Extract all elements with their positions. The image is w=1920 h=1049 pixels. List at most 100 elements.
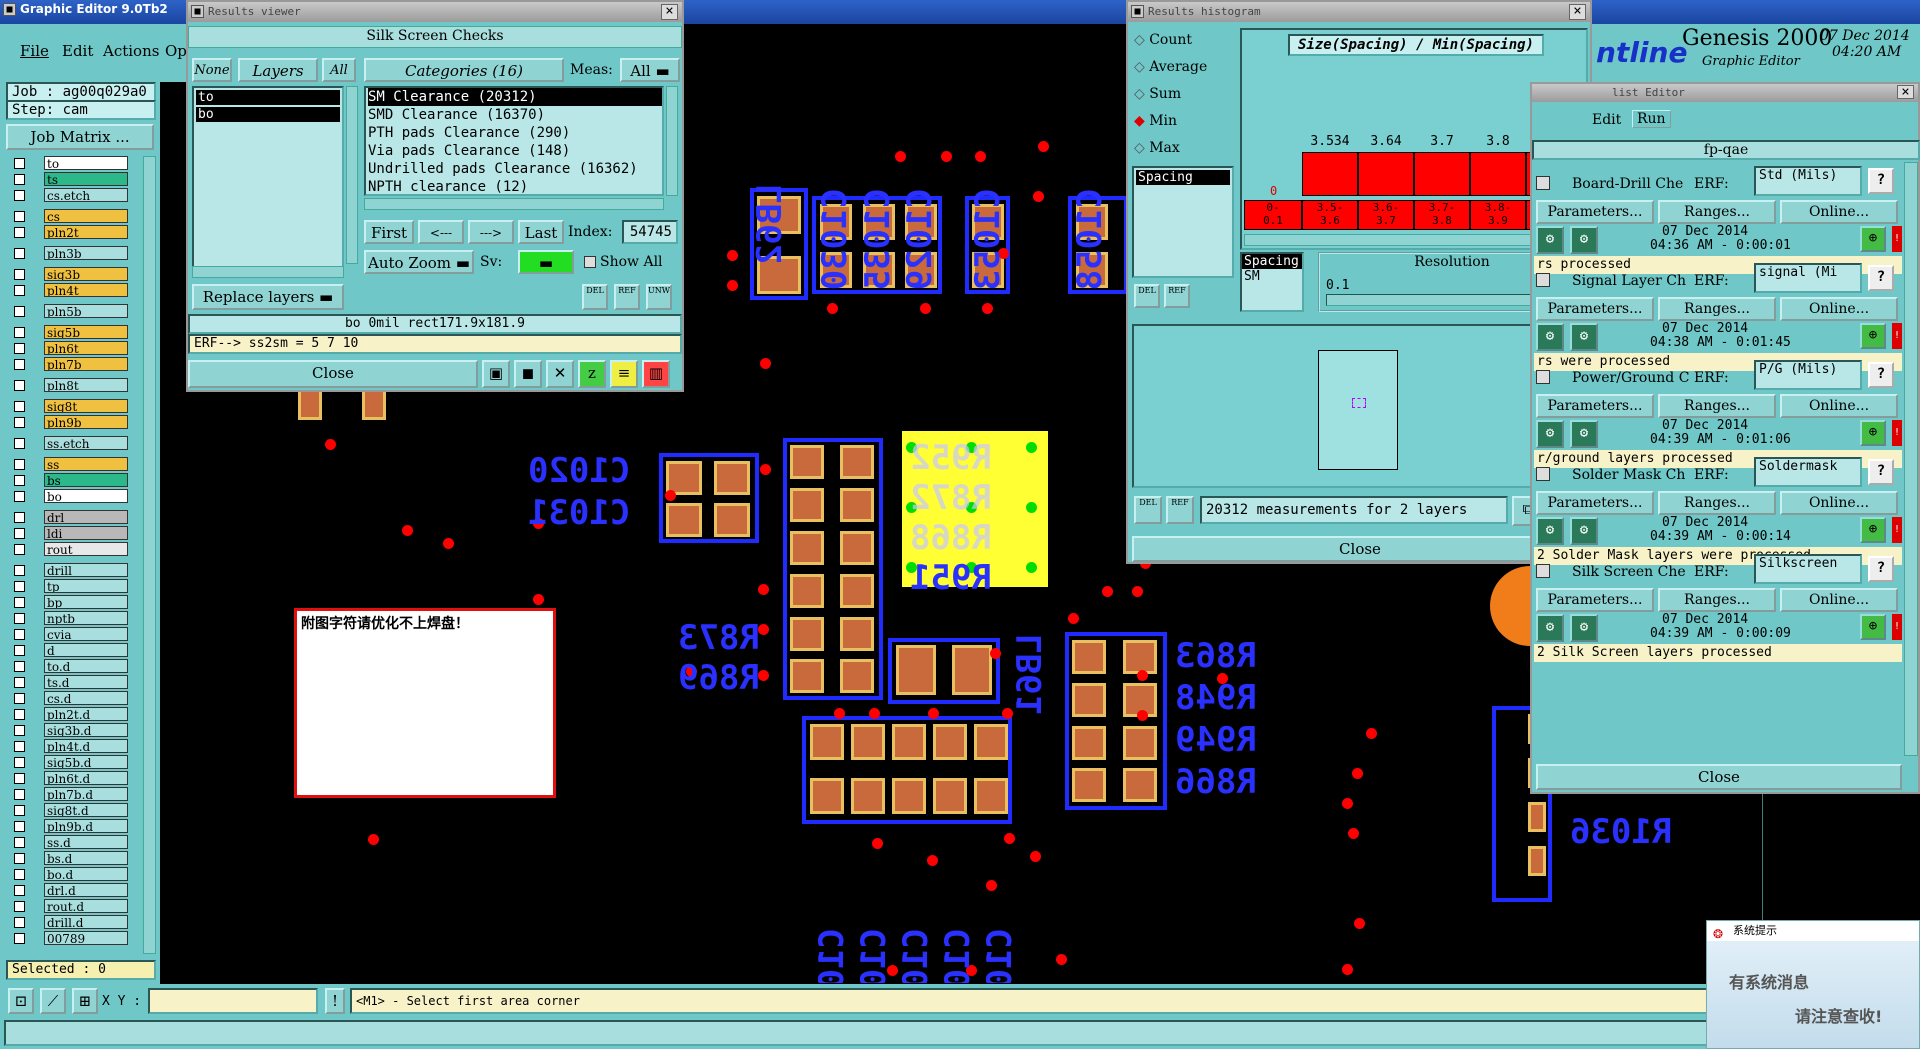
- layer-checkbox[interactable]: [14, 773, 25, 784]
- preview-ref-button[interactable]: REF: [1166, 496, 1194, 524]
- unw-button[interactable]: UNW: [646, 284, 672, 310]
- action-name[interactable]: Signal Layer Ch: [1572, 269, 1690, 293]
- command-line[interactable]: [4, 1020, 1914, 1046]
- layer-row[interactable]: pln9b: [12, 415, 130, 430]
- online-button[interactable]: Online...: [1780, 200, 1898, 224]
- category-item[interactable]: SMD Clearance (16370): [368, 106, 662, 124]
- parameters-button[interactable]: Parameters...: [1536, 588, 1654, 612]
- menu-file[interactable]: File: [20, 42, 49, 60]
- layer-row[interactable]: pln2t.d: [12, 707, 130, 722]
- category-listbox[interactable]: SM Clearance (20312) SMD Clearance (1637…: [364, 86, 664, 196]
- layer-scrollbar[interactable]: [346, 86, 358, 264]
- layer-list-item[interactable]: to: [196, 90, 340, 105]
- layer-row[interactable]: drl: [12, 510, 130, 525]
- layer-checkbox[interactable]: [14, 475, 25, 486]
- zoom-result-icon[interactable]: ⊕: [1860, 517, 1886, 543]
- layer-row[interactable]: ldi: [12, 526, 130, 541]
- checklist-menu-edit[interactable]: Edit: [1592, 112, 1621, 128]
- meas-list-item[interactable]: SM: [1242, 269, 1302, 284]
- action-checkbox[interactable]: [1536, 273, 1550, 287]
- meas-listbox[interactable]: Spacing SM: [1240, 252, 1304, 312]
- zoom-result-icon[interactable]: ⊕: [1860, 323, 1886, 349]
- layer-row[interactable]: bp: [12, 595, 130, 610]
- layer-checkbox[interactable]: [14, 725, 25, 736]
- none-button[interactable]: None: [192, 58, 232, 82]
- online-button[interactable]: Online...: [1780, 491, 1898, 515]
- action-name[interactable]: Board-Drill Che: [1572, 172, 1690, 196]
- layer-checkbox[interactable]: [14, 821, 25, 832]
- layer-row[interactable]: ts.d: [12, 675, 130, 690]
- notification-popup[interactable]: ❂ 系统提示 有系统消息 请注意查收!: [1706, 920, 1920, 1049]
- close-icon[interactable]: ×: [1897, 85, 1914, 99]
- erf-field[interactable]: Std (Mils): [1754, 166, 1862, 196]
- layer-checkbox[interactable]: [14, 417, 25, 428]
- parameters-button[interactable]: Parameters...: [1536, 394, 1654, 418]
- layer-row[interactable]: bo.d: [12, 867, 130, 882]
- checklist-menu-run[interactable]: Run: [1632, 110, 1671, 128]
- layer-row[interactable]: pln9b.d: [12, 819, 130, 834]
- layer-row[interactable]: ss.etch: [12, 436, 130, 451]
- layer-row[interactable]: cvia: [12, 627, 130, 642]
- layer-row[interactable]: pln4t.d: [12, 739, 130, 754]
- ranges-button[interactable]: Ranges...: [1658, 491, 1776, 515]
- layer-checkbox[interactable]: [14, 757, 25, 768]
- action-checkbox[interactable]: [1536, 176, 1550, 190]
- layer-checkbox[interactable]: [14, 613, 25, 624]
- tool-ruler-icon[interactable]: ⟋: [40, 988, 66, 1014]
- help-icon[interactable]: ?: [1868, 168, 1894, 194]
- meas-select[interactable]: All ▬: [620, 58, 680, 82]
- action-name[interactable]: Solder Mask Ch: [1572, 463, 1690, 487]
- layer-checkbox[interactable]: [14, 853, 25, 864]
- layer-row[interactable]: sig5b: [12, 325, 130, 340]
- layer-row[interactable]: cs: [12, 209, 130, 224]
- layer-checkbox[interactable]: [14, 544, 25, 555]
- help-icon[interactable]: ?: [1868, 362, 1894, 388]
- run-all-icon[interactable]: ⚙: [1570, 226, 1598, 254]
- layer-row[interactable]: pln7b: [12, 357, 130, 372]
- layer-checkbox[interactable]: [14, 645, 25, 656]
- layer-list-item[interactable]: bo: [196, 107, 340, 122]
- layer-checkbox[interactable]: [14, 174, 25, 185]
- action-checkbox[interactable]: [1536, 564, 1550, 578]
- erf-field[interactable]: Soldermask: [1754, 457, 1862, 487]
- category-item[interactable]: NPTH clearance (12): [368, 178, 662, 196]
- layer-checkbox[interactable]: [14, 343, 25, 354]
- layer-row[interactable]: drl.d: [12, 883, 130, 898]
- menu-edit[interactable]: Edit: [62, 42, 93, 60]
- layer-checkbox[interactable]: [14, 805, 25, 816]
- layer-row[interactable]: to: [12, 156, 130, 171]
- run-all-icon[interactable]: ⚙: [1570, 517, 1598, 545]
- erf-field[interactable]: P/G (Mils): [1754, 360, 1862, 390]
- tool-grid-icon[interactable]: ⊞: [72, 988, 98, 1014]
- del-button[interactable]: DEL: [582, 284, 608, 310]
- layer-row[interactable]: pln4t: [12, 283, 130, 298]
- category-item[interactable]: Undrilled pads Clearance (16362): [368, 160, 662, 178]
- layer-checkbox[interactable]: [14, 597, 25, 608]
- layer-row[interactable]: pln6t.d: [12, 771, 130, 786]
- layer-row[interactable]: rout: [12, 542, 130, 557]
- show-all-checkbox[interactable]: [584, 256, 596, 268]
- preview-del-button[interactable]: DEL: [1134, 496, 1162, 524]
- last-button[interactable]: Last: [518, 220, 564, 244]
- layer-checkbox[interactable]: [14, 306, 25, 317]
- ranges-button[interactable]: Ranges...: [1658, 200, 1776, 224]
- tool-report-icon[interactable]: ≡: [610, 360, 638, 388]
- all-button[interactable]: All: [322, 58, 356, 82]
- layer-row[interactable]: tp: [12, 579, 130, 594]
- run-action-icon[interactable]: ⚙: [1536, 614, 1564, 642]
- layer-row[interactable]: cs.d: [12, 691, 130, 706]
- layer-checkbox[interactable]: [14, 211, 25, 222]
- hist-close-button[interactable]: Close: [1132, 536, 1588, 562]
- histogram-icon[interactable]: ▥: [642, 360, 670, 388]
- layer-row[interactable]: pln3b: [12, 246, 130, 261]
- layer-row[interactable]: bs.d: [12, 851, 130, 866]
- hist-ref-button[interactable]: REF: [1164, 284, 1190, 308]
- run-all-icon[interactable]: ⚙: [1570, 323, 1598, 351]
- layer-checkbox[interactable]: [14, 438, 25, 449]
- ranges-button[interactable]: Ranges...: [1658, 297, 1776, 321]
- sv-color-select[interactable]: ▬: [518, 250, 574, 274]
- layer-row[interactable]: sig5b.d: [12, 755, 130, 770]
- parameters-button[interactable]: Parameters...: [1536, 200, 1654, 224]
- zoom-result-icon[interactable]: ⊕: [1860, 420, 1886, 446]
- layer-row[interactable]: pln5b: [12, 304, 130, 319]
